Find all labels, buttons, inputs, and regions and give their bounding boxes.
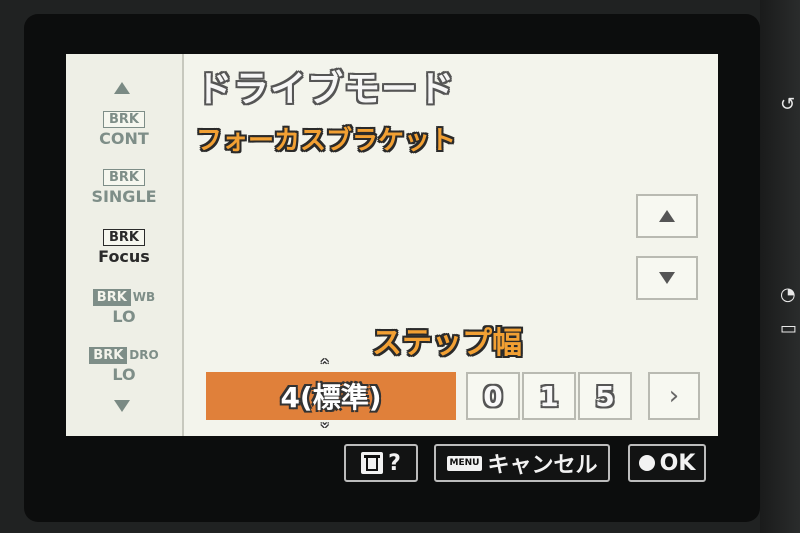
help-label: ? bbox=[388, 450, 401, 476]
mode-label: SINGLE bbox=[91, 187, 157, 206]
dial-icon: ◔ bbox=[780, 284, 796, 305]
brk-badge: BRK bbox=[89, 347, 128, 364]
mode-name: フォーカスブラケット bbox=[196, 126, 457, 156]
trash-icon bbox=[361, 452, 384, 474]
scroll-down-icon[interactable] bbox=[114, 400, 130, 412]
display-icon: ▭ bbox=[780, 318, 798, 339]
down-arrow-icon bbox=[659, 272, 675, 284]
digit-box-1[interactable]: 0 bbox=[466, 372, 520, 420]
menu-icon: MENU bbox=[446, 455, 483, 471]
mode-label: Focus bbox=[98, 247, 150, 266]
scroll-up-icon[interactable] bbox=[114, 82, 130, 94]
camera-body-edge bbox=[760, 0, 800, 533]
mode-item-brk-cont[interactable]: BRK CONT bbox=[74, 110, 174, 147]
mode-item-brk-dro[interactable]: BRK DRO LO bbox=[74, 346, 174, 383]
digit-box-2[interactable]: 1 bbox=[522, 372, 576, 420]
caret-down-icon: ⌄ bbox=[318, 412, 332, 431]
down-button[interactable] bbox=[636, 256, 698, 300]
brk-badge: BRK bbox=[92, 289, 131, 306]
brk-badge: BRK bbox=[103, 169, 145, 186]
mode-side-label: DRO bbox=[129, 348, 159, 362]
mode-label: LO bbox=[112, 307, 136, 326]
playback-icon: ↺ bbox=[780, 94, 796, 115]
delete-help-button[interactable]: ? bbox=[344, 444, 418, 482]
cancel-button[interactable]: MENU キャンセル bbox=[434, 444, 610, 482]
up-button[interactable] bbox=[636, 194, 698, 238]
up-arrow-icon bbox=[659, 210, 675, 222]
center-button-icon bbox=[638, 455, 655, 471]
ok-label: OK bbox=[659, 450, 696, 476]
mode-side-label: WB bbox=[132, 290, 156, 304]
brk-badge: BRK bbox=[103, 111, 145, 128]
bottom-bar: ? MENU キャンセル OK bbox=[66, 436, 718, 490]
step-width-label: ステップ幅 bbox=[372, 326, 522, 361]
mode-label: LO bbox=[112, 365, 136, 384]
mode-item-brk-focus[interactable]: BRK Focus bbox=[74, 228, 174, 265]
page-title: ドライブモード bbox=[196, 69, 456, 110]
camera-lcd: BRK CONT BRK SINGLE BRK Focus BRK WB LO B… bbox=[66, 54, 718, 490]
drive-mode-list: BRK CONT BRK SINGLE BRK Focus BRK WB LO B… bbox=[66, 54, 184, 436]
cancel-label: キャンセル bbox=[487, 453, 598, 478]
brk-badge: BRK bbox=[103, 229, 145, 246]
step-width-value-text: 4(標準) bbox=[280, 381, 382, 414]
mode-item-brk-single[interactable]: BRK SINGLE bbox=[74, 168, 174, 205]
ok-button[interactable]: OK bbox=[628, 444, 706, 482]
mode-item-brk-wb[interactable]: BRK WB LO bbox=[74, 288, 174, 325]
next-button[interactable]: › bbox=[648, 372, 700, 420]
digit-box-3[interactable]: 5 bbox=[578, 372, 632, 420]
mode-label: CONT bbox=[99, 129, 149, 148]
